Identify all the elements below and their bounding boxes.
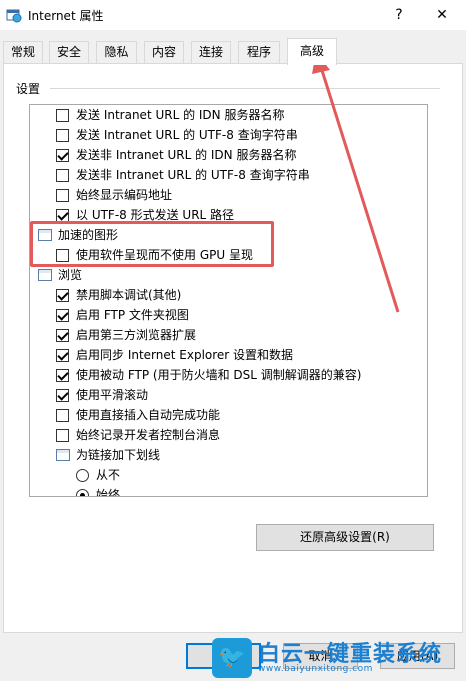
settings-list[interactable]: 发送 Intranet URL 的 IDN 服务器名称 发送 Intranet …: [29, 104, 428, 497]
setting-label: 发送 Intranet URL 的 IDN 服务器名称: [76, 108, 285, 122]
tab-programs[interactable]: 程序: [238, 41, 280, 64]
setting-sync-ie-settings[interactable]: 启用同步 Internet Explorer 设置和数据: [30, 345, 410, 365]
setting-idn-nonintranet[interactable]: 发送非 Intranet URL 的 IDN 服务器名称: [30, 145, 410, 165]
setting-passive-ftp[interactable]: 使用被动 FTP (用于防火墙和 DSL 调制解调器的兼容): [30, 365, 410, 385]
setting-label: 启用 FTP 文件夹视图: [76, 308, 189, 322]
setting-ftp-folder-view[interactable]: 启用 FTP 文件夹视图: [30, 305, 410, 325]
setting-third-party-extensions[interactable]: 启用第三方浏览器扩展: [30, 325, 410, 345]
category-icon: [38, 269, 52, 281]
bird-logo-icon: 🐦: [212, 638, 252, 678]
tab-connections[interactable]: 连接: [191, 41, 231, 64]
setting-label: 始终记录开发者控制台消息: [76, 428, 221, 442]
annotation-highlight-box: [30, 221, 274, 267]
option-underline-never[interactable]: 从不: [30, 465, 410, 485]
watermark-logo: 🐦 白云一键重装系统 www.baiyunxitong.com: [212, 634, 466, 681]
tab-content[interactable]: 内容: [144, 41, 184, 64]
setting-label: 发送非 Intranet URL 的 IDN 服务器名称: [76, 148, 297, 162]
setting-label: 启用第三方浏览器扩展: [76, 328, 197, 342]
setting-disable-script-debugging[interactable]: 禁用脚本调试(其他): [30, 285, 410, 305]
title-bar: Internet 属性 ? ✕: [0, 0, 466, 30]
group-divider: [50, 88, 440, 89]
setting-idn-intranet[interactable]: 发送 Intranet URL 的 IDN 服务器名称: [30, 105, 410, 125]
tab-privacy[interactable]: 隐私: [96, 41, 137, 64]
watermark-url: www.baiyunxitong.com: [258, 664, 373, 674]
setting-log-console-messages[interactable]: 始终记录开发者控制台消息: [30, 425, 410, 445]
category-label: 为链接加下划线: [76, 448, 161, 462]
settings-group-label: 设置: [16, 80, 45, 97]
close-button[interactable]: ✕: [424, 4, 460, 26]
checkbox[interactable]: [56, 189, 69, 202]
checkbox[interactable]: [56, 429, 69, 442]
tab-strip: 常规 安全 隐私 内容 连接 程序 高级: [0, 38, 466, 65]
setting-label: 使用被动 FTP (用于防火墙和 DSL 调制解调器的兼容): [76, 368, 362, 382]
setting-utf8-nonintranet[interactable]: 发送非 Intranet URL 的 UTF-8 查询字符串: [30, 165, 410, 185]
checkbox-checked[interactable]: [56, 349, 69, 362]
category-label: 浏览: [58, 268, 83, 282]
checkbox[interactable]: [56, 409, 69, 422]
checkbox-checked[interactable]: [56, 329, 69, 342]
radio-button-selected[interactable]: [76, 489, 89, 496]
internet-options-icon: [6, 9, 22, 23]
setting-show-encoded-address[interactable]: 始终显示编码地址: [30, 185, 410, 205]
option-label: 始终: [96, 488, 121, 497]
setting-label: 启用同步 Internet Explorer 设置和数据: [76, 348, 294, 362]
setting-label: 始终显示编码地址: [76, 188, 173, 202]
setting-label: 使用平滑滚动: [76, 388, 149, 402]
setting-label: 发送 Intranet URL 的 UTF-8 查询字符串: [76, 128, 298, 142]
category-browsing: 浏览: [30, 265, 410, 285]
setting-label: 禁用脚本调试(其他): [76, 288, 182, 302]
checkbox-checked[interactable]: [56, 309, 69, 322]
option-underline-always[interactable]: 始终: [30, 485, 410, 497]
checkbox[interactable]: [56, 109, 69, 122]
checkbox-checked[interactable]: [56, 289, 69, 302]
checkbox[interactable]: [56, 169, 69, 182]
checkbox-checked[interactable]: [56, 369, 69, 382]
setting-utf8-intranet[interactable]: 发送 Intranet URL 的 UTF-8 查询字符串: [30, 125, 410, 145]
category-underline-links: 为链接加下划线: [30, 445, 410, 465]
category-icon: [56, 449, 70, 461]
checkbox[interactable]: [56, 129, 69, 142]
help-button[interactable]: ?: [384, 4, 414, 26]
option-label: 从不: [96, 468, 121, 482]
setting-label: 发送非 Intranet URL 的 UTF-8 查询字符串: [76, 168, 310, 182]
setting-inline-autocomplete[interactable]: 使用直接插入自动完成功能: [30, 405, 410, 425]
setting-smooth-scrolling[interactable]: 使用平滑滚动: [30, 385, 410, 405]
checkbox-checked[interactable]: [56, 149, 69, 162]
checkbox-checked[interactable]: [56, 389, 69, 402]
window-title: Internet 属性: [28, 9, 104, 23]
tab-security[interactable]: 安全: [49, 41, 89, 64]
setting-label: 使用直接插入自动完成功能: [76, 408, 221, 422]
restore-advanced-settings-button[interactable]: 还原高级设置(R): [256, 524, 434, 551]
tab-general[interactable]: 常规: [3, 41, 43, 64]
radio-button[interactable]: [76, 469, 89, 482]
tab-advanced[interactable]: 高级: [287, 38, 337, 65]
